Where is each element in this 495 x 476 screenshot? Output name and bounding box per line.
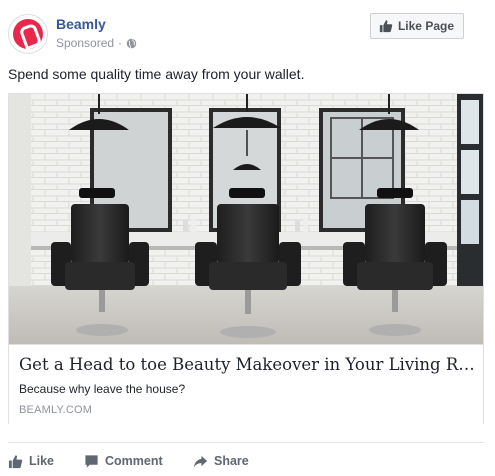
link-title[interactable]: Get a Head to toe Beauty Makeover in You…	[19, 355, 479, 374]
globe-icon[interactable]	[126, 38, 137, 49]
actions-divider	[8, 442, 484, 443]
comment-icon	[85, 454, 98, 468]
link-domain: BEAMLY.COM	[19, 404, 93, 416]
post-header: Beamly Sponsored · Like Page	[8, 10, 488, 56]
like-label: Like	[29, 454, 55, 468]
salon-illustration	[9, 94, 483, 344]
avatar[interactable]	[8, 14, 48, 54]
share-button[interactable]: Share	[193, 454, 249, 469]
post-text: Spend some quality time away from your w…	[8, 66, 305, 82]
thumbs-up-icon	[379, 20, 393, 33]
share-icon	[193, 455, 208, 467]
share-label: Share	[214, 454, 249, 468]
action-bar: Like Comment Share	[8, 451, 484, 471]
beamly-logo-icon	[13, 19, 43, 49]
link-card[interactable]: Get a Head to toe Beauty Makeover in You…	[8, 93, 484, 424]
like-page-label: Like Page	[397, 19, 454, 33]
link-description: Because why leave the house?	[19, 382, 186, 396]
link-card-body[interactable]: Get a Head to toe Beauty Makeover in You…	[9, 344, 483, 424]
salon-chairs-image[interactable]	[9, 94, 483, 344]
sponsored-line: Sponsored ·	[56, 36, 137, 50]
like-page-button[interactable]: Like Page	[369, 13, 464, 39]
separator-dot: ·	[118, 36, 123, 50]
sponsored-label[interactable]: Sponsored	[56, 36, 114, 50]
comment-label: Comment	[105, 454, 163, 468]
page-name-link[interactable]: Beamly	[56, 16, 106, 32]
like-button[interactable]: Like	[8, 454, 54, 469]
thumbs-up-icon	[8, 454, 23, 468]
comment-button[interactable]: Comment	[84, 454, 163, 469]
